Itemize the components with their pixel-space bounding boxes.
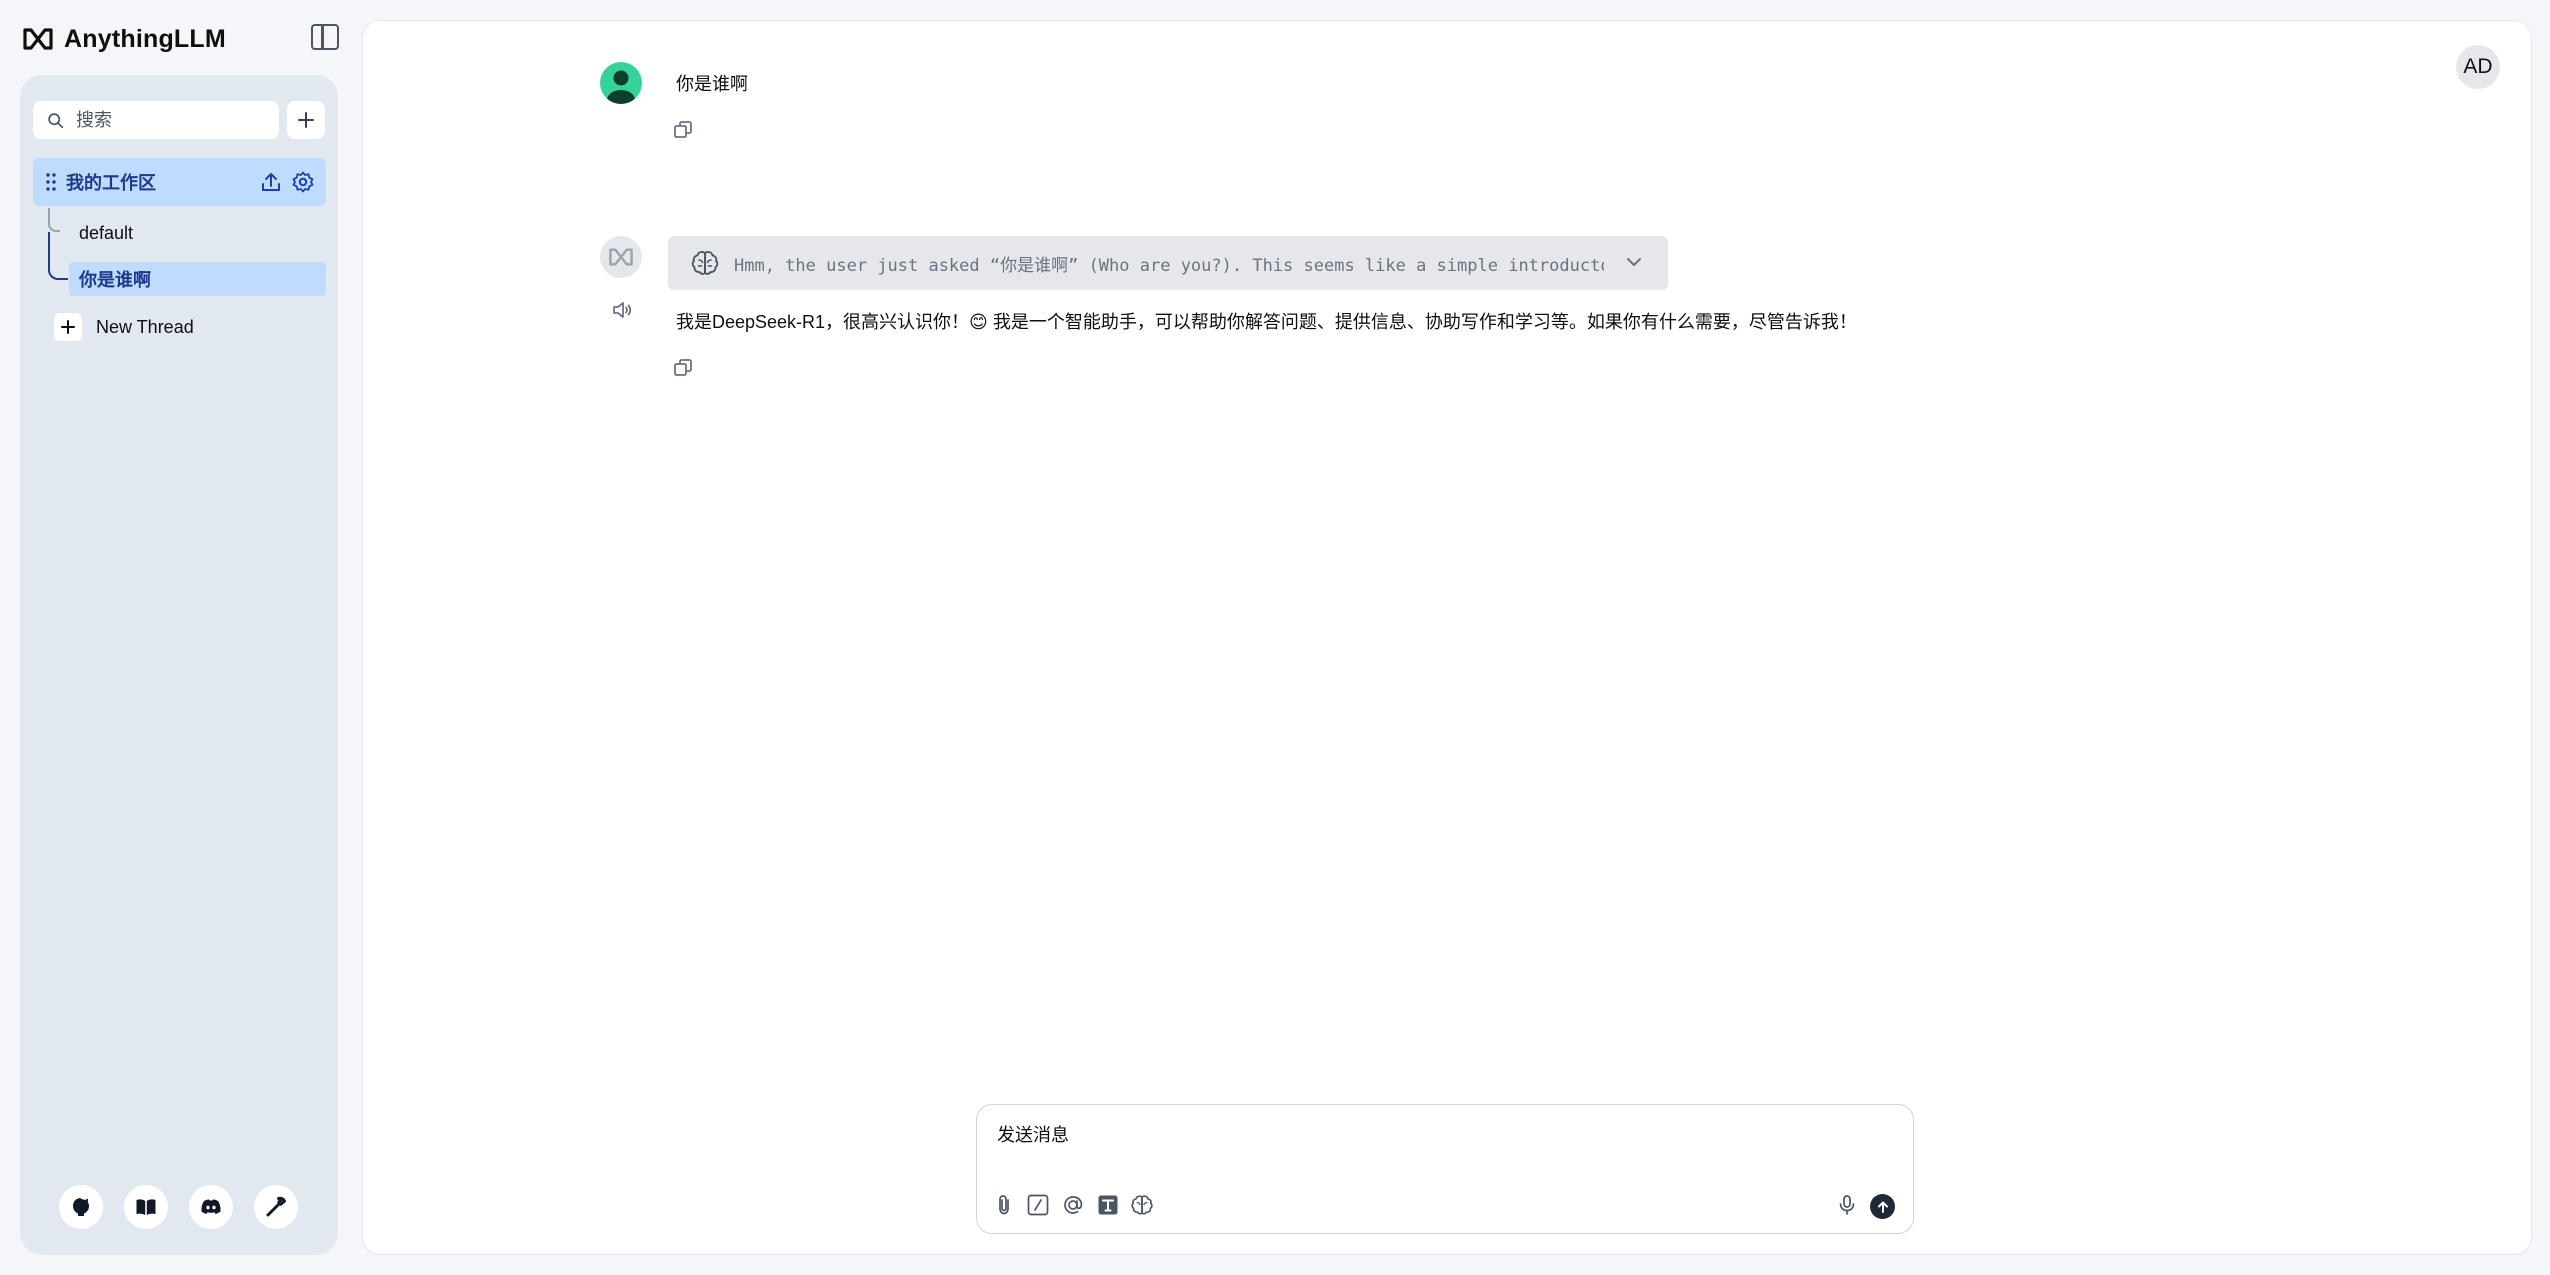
workspace-item[interactable]: 我的工作区 bbox=[33, 158, 326, 206]
new-thread-button[interactable]: New Thread bbox=[54, 312, 194, 342]
upload-icon[interactable] bbox=[259, 170, 283, 194]
text-format-icon[interactable] bbox=[1096, 1193, 1120, 1217]
user-menu-avatar[interactable]: AD bbox=[2456, 45, 2500, 89]
brand: AnythingLLM bbox=[22, 22, 226, 56]
thread-item-default[interactable]: default bbox=[69, 216, 326, 250]
copy-icon[interactable] bbox=[672, 357, 694, 379]
arrow-up-icon bbox=[1877, 1201, 1888, 1213]
at-mention-icon[interactable] bbox=[1061, 1193, 1085, 1217]
chevron-down-icon bbox=[1627, 258, 1641, 266]
speaker-icon[interactable] bbox=[610, 298, 634, 322]
search-box[interactable] bbox=[33, 101, 279, 139]
thread-tree-connector-active bbox=[48, 232, 68, 280]
thread-item-active[interactable]: 你是谁啊 bbox=[69, 262, 326, 296]
thinking-toggle[interactable]: Hmm, the user just asked “你是谁啊” (Who are… bbox=[668, 236, 1668, 290]
discord-icon bbox=[201, 1199, 221, 1214]
docs-button[interactable] bbox=[124, 1185, 168, 1229]
user-avatar-icon bbox=[607, 70, 635, 104]
copy-icon[interactable] bbox=[672, 119, 694, 141]
discord-button[interactable] bbox=[189, 1185, 233, 1229]
github-button[interactable] bbox=[59, 1185, 103, 1229]
message-composer bbox=[976, 1104, 1914, 1234]
slash-command-icon[interactable] bbox=[1026, 1193, 1050, 1217]
message-input[interactable] bbox=[997, 1121, 1877, 1161]
user-message-text: 你是谁啊 bbox=[676, 74, 748, 94]
docs-book-icon bbox=[136, 1199, 156, 1215]
settings-button[interactable] bbox=[254, 1185, 298, 1229]
brain-icon bbox=[691, 251, 719, 275]
search-icon bbox=[48, 112, 64, 128]
user-message-avatar bbox=[600, 62, 642, 104]
plus-icon bbox=[298, 112, 314, 128]
send-button[interactable] bbox=[1870, 1194, 1895, 1219]
workspace-name: 我的工作区 bbox=[66, 173, 156, 193]
microphone-icon[interactable] bbox=[1835, 1193, 1859, 1217]
chat-panel bbox=[362, 20, 2532, 1255]
anythingllm-logo-icon bbox=[609, 248, 633, 266]
attach-icon[interactable] bbox=[992, 1193, 1016, 1217]
drag-handle-icon[interactable] bbox=[45, 172, 57, 192]
thinking-preview-text: Hmm, the user just asked “你是谁啊” (Who are… bbox=[734, 255, 1604, 276]
gear-icon[interactable] bbox=[291, 170, 315, 194]
sidebar-toggle-icon[interactable] bbox=[311, 24, 339, 50]
agent-brain-icon[interactable] bbox=[1130, 1193, 1154, 1217]
assistant-message-text: 我是DeepSeek-R1，很高兴认识你！😊 我是一个智能助手，可以帮助你解答问… bbox=[676, 312, 1857, 332]
anythingllm-logo-icon bbox=[23, 28, 53, 50]
new-thread-label: New Thread bbox=[96, 316, 194, 337]
assistant-message-avatar bbox=[600, 236, 642, 278]
new-workspace-button[interactable] bbox=[287, 101, 325, 139]
brand-name: AnythingLLM bbox=[64, 24, 226, 53]
settings-wrench-icon bbox=[266, 1196, 286, 1217]
github-icon bbox=[73, 1198, 89, 1216]
thread-tree-connector bbox=[48, 208, 60, 232]
search-input[interactable] bbox=[76, 109, 266, 131]
plus-icon bbox=[54, 313, 82, 341]
